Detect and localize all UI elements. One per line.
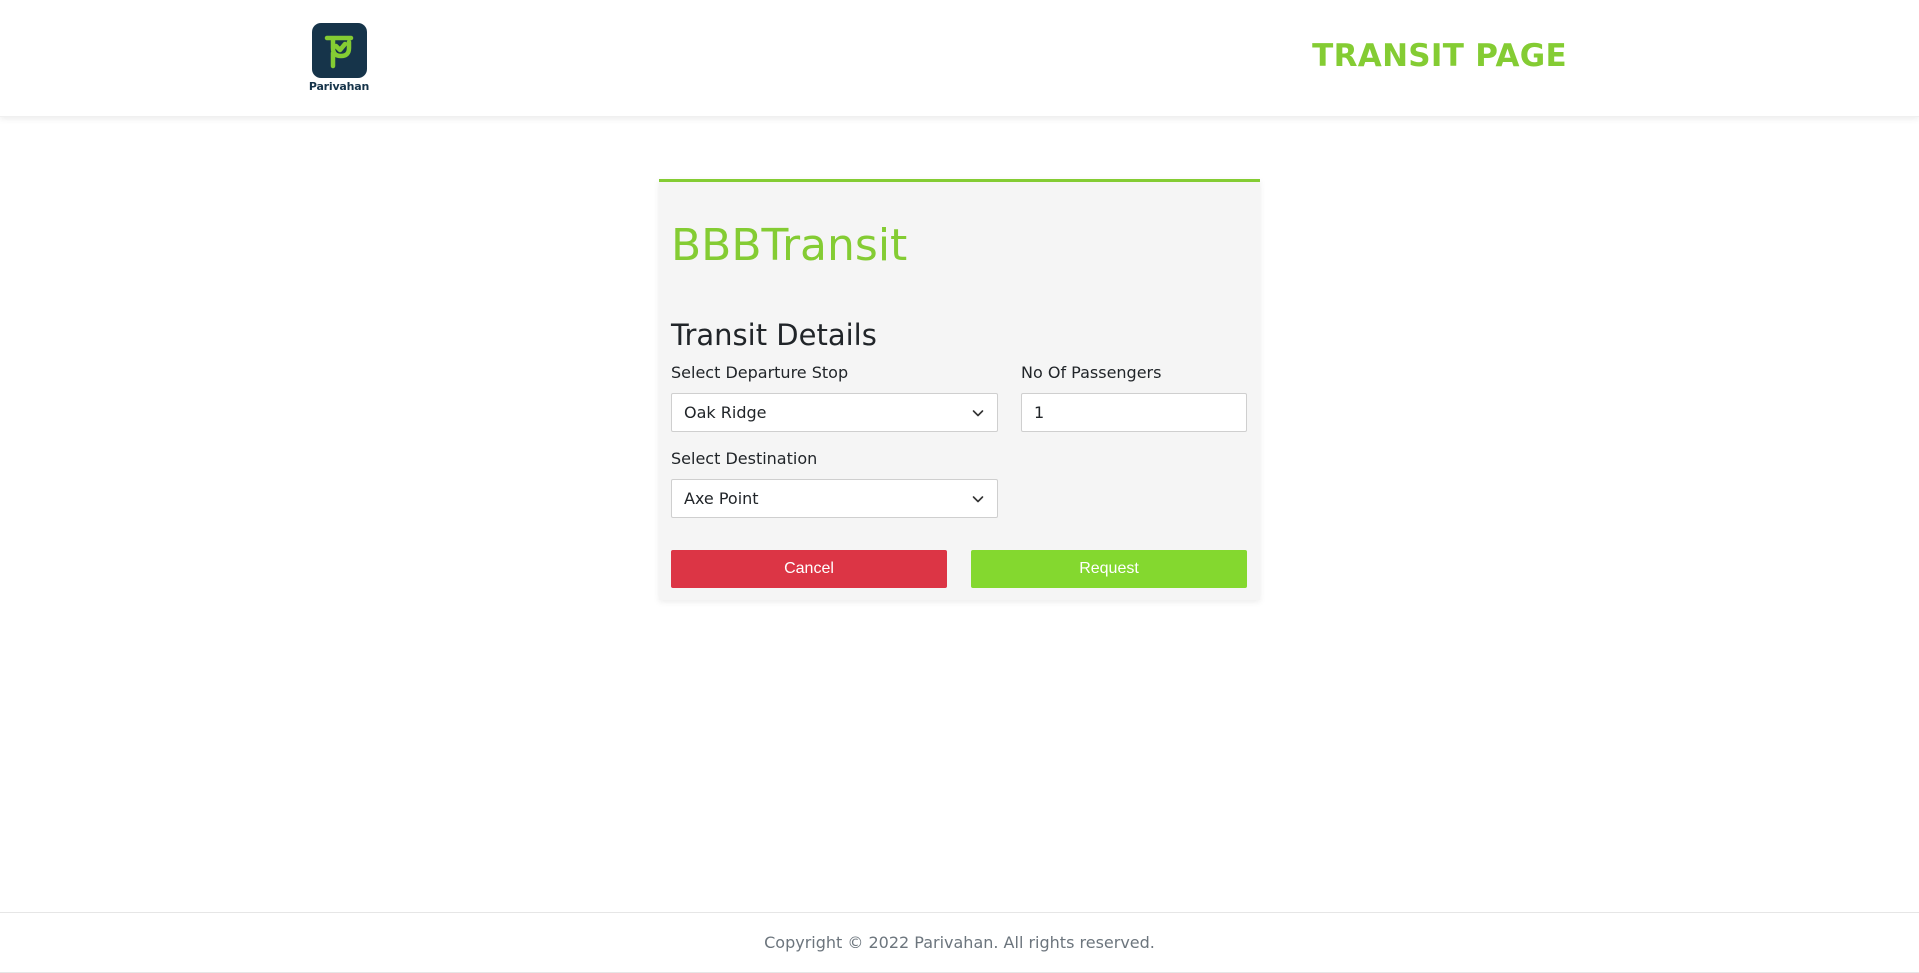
chevron-down-icon xyxy=(972,496,984,503)
departure-select[interactable]: Oak Ridge xyxy=(671,393,998,432)
header: Parivahan TRANSIT PAGE xyxy=(0,0,1919,117)
departure-label: Select Departure Stop xyxy=(671,363,849,382)
passengers-value: 1 xyxy=(1034,403,1045,422)
passengers-label: No Of Passengers xyxy=(1021,363,1162,382)
transit-card: BBBTransit Transit Details Select Depart… xyxy=(659,179,1260,600)
passengers-input[interactable]: 1 xyxy=(1021,393,1247,432)
section-title: Transit Details xyxy=(671,318,877,352)
logo-text: Parivahan xyxy=(308,80,370,93)
parivahan-logo-icon xyxy=(311,23,367,78)
destination-label: Select Destination xyxy=(671,449,818,468)
chevron-down-icon xyxy=(972,410,984,417)
destination-value: Axe Point xyxy=(684,489,759,508)
copyright-text: Copyright © 2022 Parivahan. All rights r… xyxy=(764,933,1155,952)
footer: Copyright © 2022 Parivahan. All rights r… xyxy=(0,912,1919,973)
departure-value: Oak Ridge xyxy=(684,403,767,422)
destination-select[interactable]: Axe Point xyxy=(671,479,998,518)
brand-title: BBBTransit xyxy=(671,220,908,271)
page-title: TRANSIT PAGE xyxy=(1312,38,1567,74)
request-button[interactable]: Request xyxy=(971,550,1247,588)
cancel-button[interactable]: Cancel xyxy=(671,550,947,588)
parivahan-logo[interactable]: Parivahan xyxy=(308,23,370,95)
